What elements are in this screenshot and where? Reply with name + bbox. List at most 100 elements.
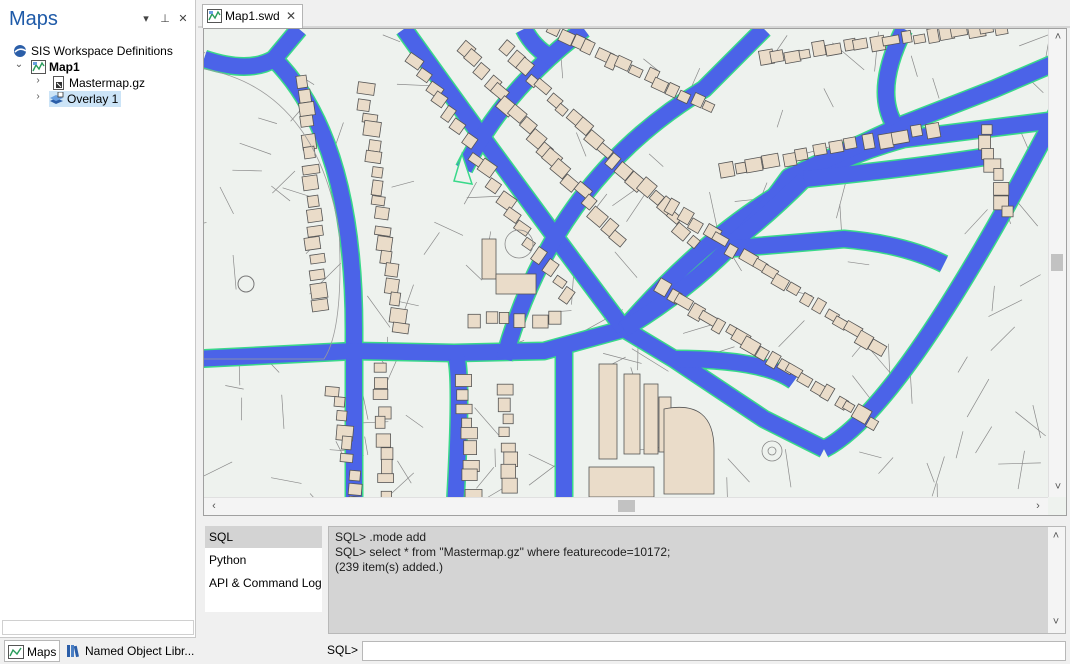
building[interactable] (309, 252, 326, 265)
building[interactable] (374, 415, 386, 429)
building[interactable] (341, 435, 353, 451)
building[interactable] (455, 374, 473, 387)
large-building[interactable] (481, 238, 497, 280)
building[interactable] (926, 29, 941, 44)
panel-close-button[interactable]: ✕ (176, 12, 190, 25)
console-mode-python[interactable]: Python (205, 549, 322, 571)
building[interactable] (379, 249, 393, 265)
large-building[interactable] (623, 373, 641, 455)
building[interactable] (552, 274, 568, 290)
building[interactable] (812, 142, 828, 157)
mastermap-expand-chevron-icon[interactable]: › (33, 75, 43, 86)
map1-collapse-chevron-icon[interactable]: ⌄ (14, 59, 24, 70)
building[interactable] (298, 100, 316, 118)
building[interactable] (498, 39, 516, 57)
building[interactable] (455, 403, 473, 415)
building-footprints[interactable] (295, 29, 1014, 515)
building[interactable] (993, 182, 1010, 196)
building[interactable] (306, 194, 320, 208)
building[interactable] (373, 225, 392, 237)
overlay-expand-chevron-icon[interactable]: › (33, 91, 43, 102)
building[interactable] (324, 385, 340, 398)
document-tab-map1[interactable]: Map1.swd ✕ (202, 4, 303, 28)
building[interactable] (501, 477, 518, 494)
building[interactable] (463, 440, 478, 456)
building[interactable] (769, 49, 785, 64)
console-scroll-down-arrow-icon[interactable]: ˅ (1048, 615, 1064, 630)
building[interactable] (373, 205, 390, 221)
building[interactable] (828, 139, 845, 155)
building[interactable] (484, 177, 503, 195)
building[interactable] (333, 396, 346, 408)
building[interactable] (851, 37, 869, 51)
building[interactable] (760, 152, 781, 170)
large-building[interactable] (598, 363, 618, 460)
building[interactable] (498, 426, 510, 438)
building[interactable] (456, 389, 469, 401)
building[interactable] (460, 427, 478, 440)
console-output-scrollbar[interactable]: ˄ ˅ (1048, 527, 1065, 633)
building[interactable] (309, 281, 329, 300)
panel-menu-dropdown[interactable]: ▾ (139, 12, 153, 25)
panel-pin-button[interactable]: ⊥ (158, 12, 172, 25)
building[interactable] (461, 468, 478, 481)
building[interactable] (348, 469, 362, 482)
building[interactable] (389, 291, 402, 307)
road-segment[interactable] (456, 29, 589, 173)
tree-horizontal-scrollbar[interactable] (2, 620, 194, 635)
building[interactable] (370, 194, 386, 207)
building[interactable] (502, 413, 514, 425)
bottom-tab-maps[interactable]: Maps (4, 640, 60, 662)
building[interactable] (377, 473, 394, 483)
document-tab-close-icon[interactable]: ✕ (286, 5, 296, 27)
map-horizontal-scrollbar[interactable]: ‹ › (204, 497, 1048, 515)
building[interactable] (391, 321, 410, 335)
tree-root-workspace-definitions[interactable]: SIS Workspace Definitions (13, 43, 173, 59)
building[interactable] (900, 29, 913, 44)
building[interactable] (367, 139, 382, 153)
building[interactable] (981, 124, 993, 135)
building[interactable] (299, 114, 315, 128)
building[interactable] (949, 29, 969, 38)
building[interactable] (890, 129, 910, 146)
building[interactable] (497, 397, 511, 413)
building[interactable] (909, 123, 924, 138)
building[interactable] (978, 134, 992, 151)
building[interactable] (373, 362, 387, 373)
building[interactable] (513, 313, 526, 328)
building[interactable] (811, 297, 828, 315)
building[interactable] (362, 119, 382, 138)
building[interactable] (347, 482, 363, 496)
building[interactable] (388, 307, 408, 325)
large-building[interactable] (495, 273, 537, 295)
horizontal-scroll-thumb[interactable] (618, 500, 635, 512)
vertical-scroll-thumb[interactable] (1051, 254, 1063, 271)
large-building[interactable] (663, 407, 715, 495)
map-vertical-scrollbar[interactable]: ˄ ˅ (1048, 29, 1066, 497)
console-scroll-up-arrow-icon[interactable]: ˄ (1048, 529, 1064, 544)
building[interactable] (301, 163, 321, 176)
building[interactable] (842, 136, 858, 151)
console-mode-api-command-log[interactable]: API & Command Log (205, 572, 322, 594)
building[interactable] (303, 235, 322, 251)
large-building[interactable] (643, 383, 659, 455)
building[interactable] (793, 147, 809, 162)
building[interactable] (744, 156, 764, 174)
building[interactable] (356, 98, 371, 113)
tree-item-overlay-1[interactable]: Overlay 1 (49, 91, 122, 107)
building[interactable] (861, 132, 876, 151)
building[interactable] (798, 291, 815, 308)
building[interactable] (498, 311, 510, 324)
building[interactable] (339, 452, 354, 464)
building[interactable] (485, 311, 499, 324)
building[interactable] (734, 161, 748, 175)
building[interactable] (798, 48, 811, 60)
building[interactable] (375, 235, 394, 253)
building[interactable] (548, 310, 562, 325)
building[interactable] (467, 313, 481, 329)
building[interactable] (364, 149, 383, 165)
building[interactable] (701, 99, 716, 114)
building[interactable] (310, 298, 330, 313)
large-building[interactable] (588, 466, 655, 498)
building[interactable] (977, 29, 995, 35)
